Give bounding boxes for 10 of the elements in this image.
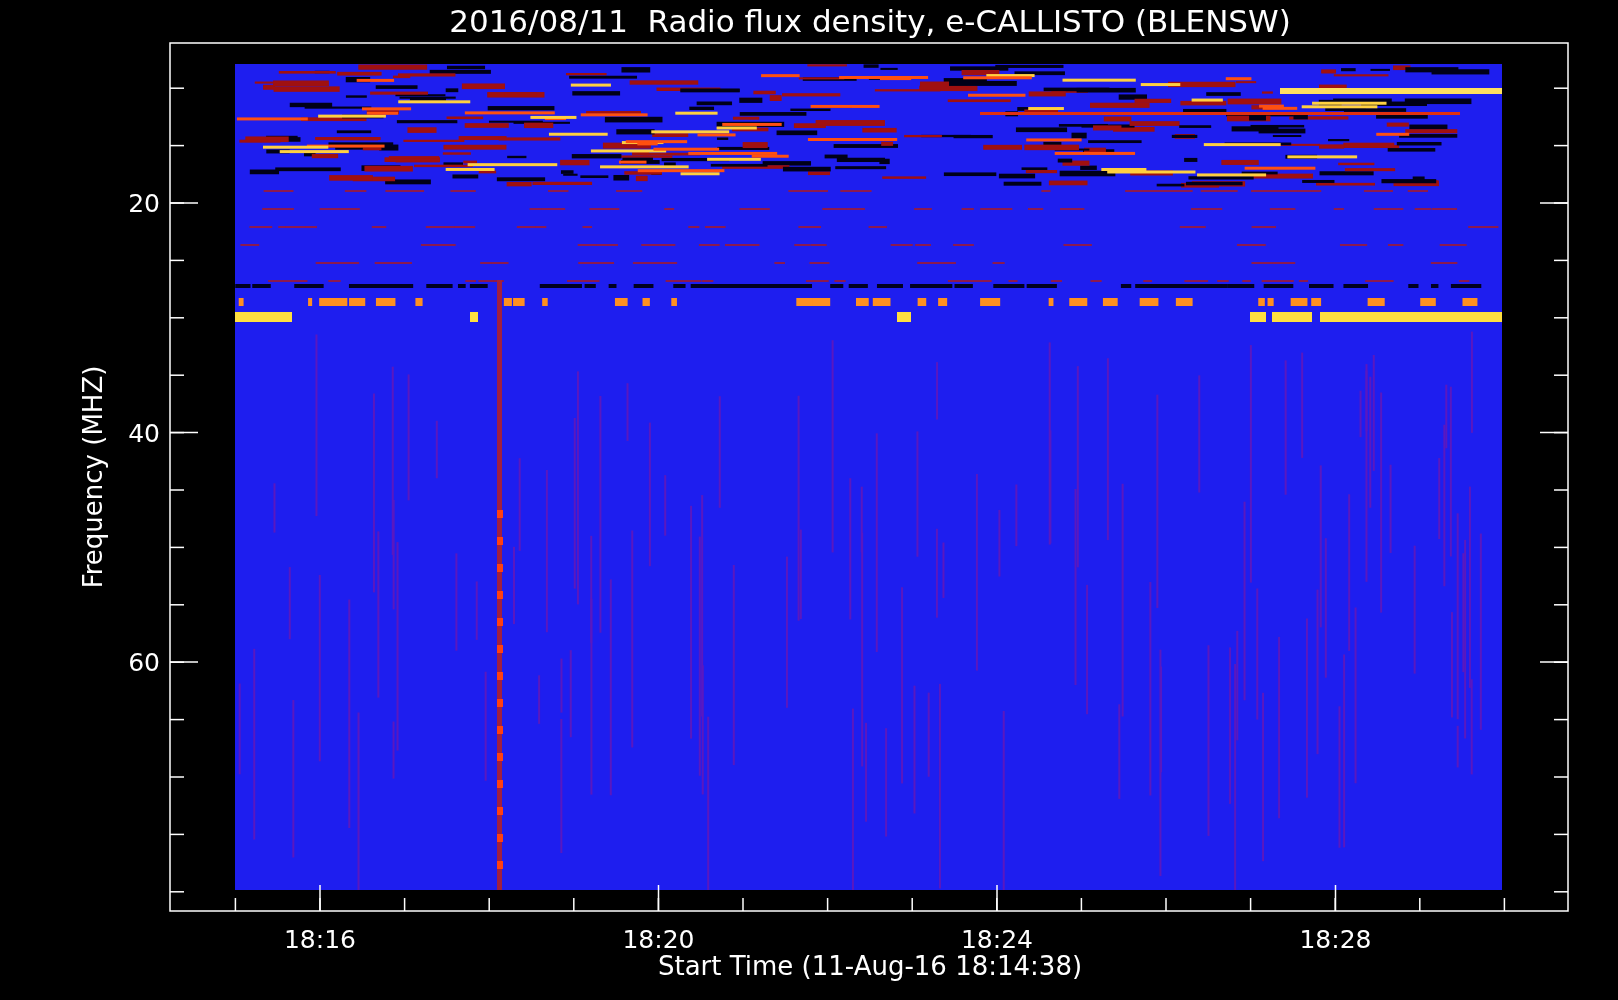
x-tick-label: 18:28 — [1299, 925, 1372, 954]
y-tick-label: 40 — [128, 418, 160, 448]
chart-title: 2016/08/11 Radio flux density, e-CALLISTO (BLENSW) — [449, 3, 1291, 39]
x-tick-label: 18:24 — [961, 925, 1033, 954]
y-axis-label: Frequency (MHZ) — [78, 365, 108, 589]
x-tick-label: 18:20 — [622, 925, 695, 954]
y-tick-label: 60 — [128, 648, 160, 677]
x-axis-label: Start Time (11-Aug-16 18:14:38) — [657, 951, 1083, 981]
x-tick-label: 18:16 — [284, 925, 356, 954]
y-tick-label: 20 — [128, 189, 160, 218]
